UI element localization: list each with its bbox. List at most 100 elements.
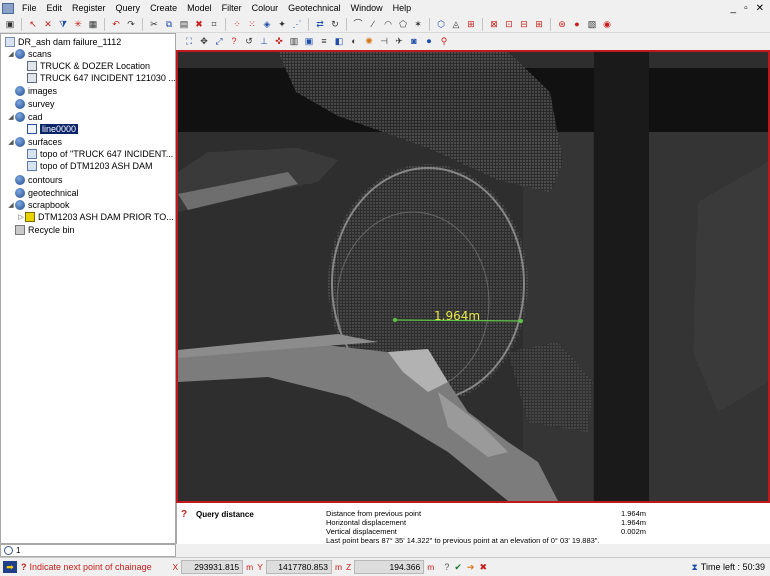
next-arrow-icon[interactable]: ➔: [467, 562, 475, 573]
collapse-icon[interactable]: ◢: [7, 113, 15, 121]
undo-icon[interactable]: ↶: [109, 18, 123, 31]
register-lines-icon[interactable]: ⁙: [245, 18, 259, 31]
paste-icon[interactable]: ▤: [177, 18, 191, 31]
collapse-icon[interactable]: ◢: [7, 138, 15, 146]
delete-icon[interactable]: ✖: [192, 18, 206, 31]
filter-points-icon[interactable]: ⊡: [502, 18, 516, 31]
grid-select-icon[interactable]: ▦: [86, 18, 100, 31]
run-command-icon[interactable]: ➡: [3, 561, 17, 573]
model-icon[interactable]: ⬡: [434, 18, 448, 31]
menu-geotechnical[interactable]: Geotechnical: [283, 0, 346, 16]
filter-range-icon[interactable]: ⊟: [517, 18, 531, 31]
triangulate-icon[interactable]: ◬: [449, 18, 463, 31]
view-cube-icon[interactable]: ▣: [302, 35, 316, 48]
tree-item-line0000[interactable]: line0000: [27, 123, 79, 135]
refresh-icon[interactable]: ↻: [328, 18, 342, 31]
view-render-icon[interactable]: ◐: [347, 35, 361, 48]
menu-colour[interactable]: Colour: [247, 0, 284, 16]
menu-register[interactable]: Register: [67, 0, 111, 16]
y-coordinate-field[interactable]: 1417780.853: [265, 560, 332, 574]
restore-button[interactable]: ▫: [744, 3, 748, 14]
help-query-icon[interactable]: ?: [444, 562, 449, 573]
tree-item-scans[interactable]: ◢ scans: [7, 48, 52, 60]
view-fit-icon[interactable]: ⤢: [212, 35, 226, 48]
view-light-icon[interactable]: ✺: [362, 35, 376, 48]
register-points-icon[interactable]: ⁘: [230, 18, 244, 31]
register-view-icon[interactable]: ✦: [275, 18, 289, 31]
3d-viewport[interactable]: 1.964m: [176, 50, 770, 503]
tree-item-geotechnical[interactable]: geotechnical: [15, 187, 79, 199]
view-fly-icon[interactable]: ✈: [392, 35, 406, 48]
menu-edit[interactable]: Edit: [42, 0, 68, 16]
tree-item-recycle-bin[interactable]: Recycle bin: [15, 224, 75, 236]
tree-item-scan-1[interactable]: TRUCK & DOZER Location: [27, 60, 150, 72]
view-query-icon[interactable]: ?: [227, 35, 241, 48]
tree-item-survey[interactable]: survey: [15, 98, 55, 110]
tree-item-surface-1[interactable]: topo of "TRUCK 647 INCIDENT...: [27, 148, 173, 160]
filter-icon[interactable]: ⧩: [56, 18, 70, 31]
view-move-icon[interactable]: ✥: [197, 35, 211, 48]
polygon-icon[interactable]: ⬠: [396, 18, 410, 31]
star-icon[interactable]: ✶: [411, 18, 425, 31]
view-snapshot-icon[interactable]: ◙: [407, 35, 421, 48]
view-camera-icon[interactable]: ◧: [332, 35, 346, 48]
tree-item-images[interactable]: images: [15, 85, 57, 97]
geo-plane-icon[interactable]: ▧: [585, 18, 599, 31]
view-orbit-icon[interactable]: ↺: [242, 35, 256, 48]
minimize-button[interactable]: _: [731, 3, 737, 14]
view-marker-icon[interactable]: ⚲: [437, 35, 451, 48]
tree-root[interactable]: DR_ash dam failure_1112: [5, 36, 121, 48]
tree-item-contours[interactable]: contours: [15, 174, 63, 186]
geo-stereonet-icon[interactable]: ⊛: [555, 18, 569, 31]
collapse-icon[interactable]: ◢: [7, 50, 15, 58]
accept-check-icon[interactable]: ✔: [454, 562, 462, 573]
arc-icon[interactable]: ◠: [381, 18, 395, 31]
view-slice-icon[interactable]: ⊣: [377, 35, 391, 48]
pointer-icon[interactable]: ↖: [26, 18, 40, 31]
filter-density-icon[interactable]: ⊞: [532, 18, 546, 31]
cut-icon[interactable]: ✂: [147, 18, 161, 31]
menu-query[interactable]: Query: [111, 0, 146, 16]
collapse-icon[interactable]: ◢: [7, 201, 15, 209]
view-pan-icon[interactable]: ✜: [272, 35, 286, 48]
copy-icon[interactable]: ⧉: [162, 18, 176, 31]
link-icon[interactable]: ⇄: [313, 18, 327, 31]
stop-icon[interactable]: ✖: [479, 562, 487, 573]
view-axis-icon[interactable]: ⊥: [257, 35, 271, 48]
menu-filter[interactable]: Filter: [217, 0, 247, 16]
polyline-icon[interactable]: ⌒: [351, 18, 365, 31]
tree-item-scan-2[interactable]: TRUCK 647 INCIDENT 121030 ...: [27, 72, 175, 84]
view-record-icon[interactable]: ⏺: [422, 35, 436, 48]
register-cloud-icon[interactable]: ⋰: [290, 18, 304, 31]
filter-grid-icon[interactable]: ⊠: [487, 18, 501, 31]
z-coordinate-field[interactable]: 194.366: [354, 560, 425, 574]
fence-icon[interactable]: ✳: [71, 18, 85, 31]
menu-window[interactable]: Window: [346, 0, 388, 16]
expand-icon[interactable]: ▷: [17, 213, 25, 221]
menu-create[interactable]: Create: [145, 0, 182, 16]
view-zoom-icon[interactable]: ⛶: [182, 35, 196, 48]
menu-help[interactable]: Help: [388, 0, 417, 16]
menu-model[interactable]: Model: [182, 0, 217, 16]
view-sections-icon[interactable]: ≡: [317, 35, 331, 48]
redo-icon[interactable]: ↷: [124, 18, 138, 31]
tree-item-surfaces[interactable]: ◢ surfaces: [7, 136, 62, 148]
menu-file[interactable]: File: [17, 0, 42, 16]
view-window-icon[interactable]: ▣: [3, 18, 17, 31]
register-surface-icon[interactable]: ◈: [260, 18, 274, 31]
tree-item-scrapbook[interactable]: ◢ scrapbook: [7, 199, 70, 211]
window-controls: _ ▫ ✕: [731, 3, 770, 14]
geo-color-icon[interactable]: ●: [570, 18, 584, 31]
tree-item-surface-2[interactable]: topo of DTM1203 ASH DAM: [27, 160, 153, 172]
properties-icon[interactable]: ⌗: [207, 18, 221, 31]
select-cross-icon[interactable]: ✕: [41, 18, 55, 31]
tree-item-scrapbook-1[interactable]: ▷ DTM1203 ASH DAM PRIOR TO...: [17, 211, 174, 223]
close-button[interactable]: ✕: [756, 3, 764, 14]
mesh-icon[interactable]: ⊞: [464, 18, 478, 31]
geo-disc-icon[interactable]: ◉: [600, 18, 614, 31]
view-measure-icon[interactable]: ▥: [287, 35, 301, 48]
tree-item-cad[interactable]: ◢ cad: [7, 111, 43, 123]
status-bar: ➡ ? Indicate next point of chainage X 29…: [0, 557, 770, 576]
x-coordinate-field[interactable]: 293931.815: [181, 560, 244, 574]
line-icon[interactable]: ∕: [366, 18, 380, 31]
